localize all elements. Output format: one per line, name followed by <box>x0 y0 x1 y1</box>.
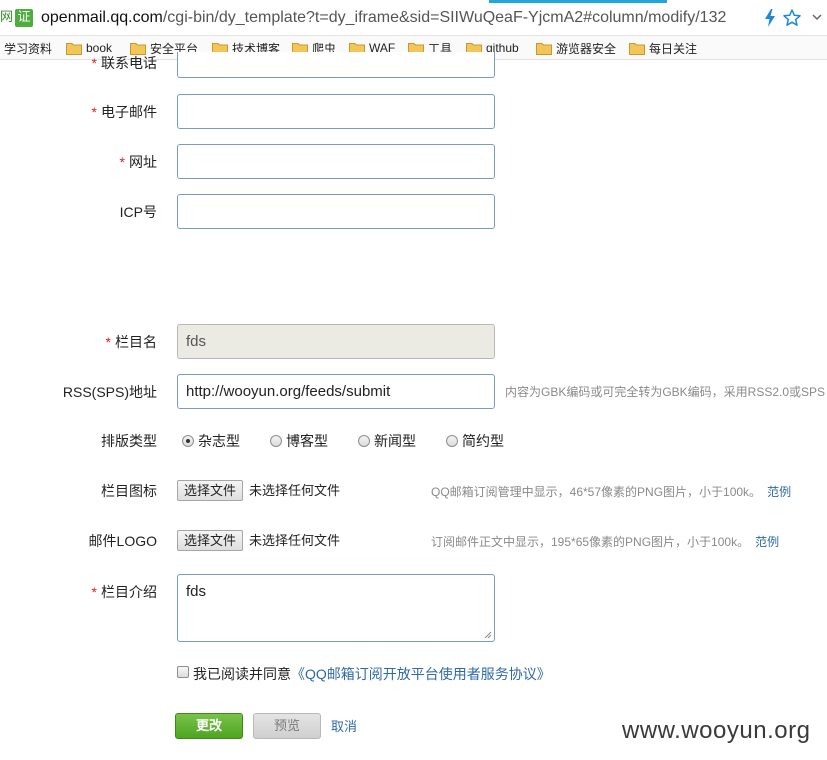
column-icon-label: 栏目图标 <box>101 483 157 499</box>
bookmark-folder[interactable]: 游览器安全 <box>536 39 616 57</box>
rss-url-field[interactable]: http://wooyun.org/feeds/submit <box>177 374 495 409</box>
agreement-text: 我已阅读并同意《QQ邮箱订阅开放平台使用者服务协议》 <box>193 666 551 682</box>
website-field[interactable] <box>177 144 495 179</box>
mail-logo-label: 邮件LOGO <box>88 533 157 549</box>
column-icon-choose-file-button[interactable]: 选择文件 <box>177 480 244 501</box>
folder-icon <box>536 42 552 55</box>
layout-radio-news[interactable]: 新闻型 <box>358 431 416 451</box>
phone-input[interactable] <box>177 52 495 78</box>
submit-change-button[interactable]: 更改 <box>175 713 243 739</box>
folder-icon <box>66 42 82 55</box>
required-marker: * <box>91 584 97 600</box>
star-icon[interactable] <box>782 8 802 28</box>
mail-logo-file-status: 未选择任何文件 <box>249 533 341 548</box>
rss-label: RSS(SPS)地址 <box>62 384 157 400</box>
rss-hint: 内容为GBK编码或可完全转为GBK编码，采用RSS2.0或SPS <box>505 385 826 399</box>
radio-checked-icon <box>182 435 194 447</box>
icp-field[interactable] <box>177 194 495 229</box>
agreement-checkbox[interactable] <box>177 666 189 678</box>
mail-logo-hint: 订阅邮件正文中显示，195*65像素的PNG图片，小于100k。 范例 <box>431 535 780 549</box>
address-bar: 网 证 openmail.qq.com/cgi-bin/dy_template?… <box>0 0 827 36</box>
layout-radio-magazine[interactable]: 杂志型 <box>182 431 240 451</box>
column-name-field: fds <box>177 324 495 359</box>
certificate-badge[interactable]: 证 <box>15 9 33 27</box>
required-marker: * <box>91 104 97 120</box>
service-agreement-link[interactable]: 《QQ邮箱订阅开放平台使用者服务协议》 <box>291 666 551 682</box>
website-label: * 网址 <box>119 154 157 170</box>
preview-button[interactable]: 预览 <box>253 713 321 739</box>
url-host: openmail.qq.com <box>41 9 163 26</box>
required-marker: * <box>105 334 111 350</box>
column-icon-hint: QQ邮箱订阅管理中显示，46*57像素的PNG图片，小于100k。 范例 <box>431 485 792 499</box>
active-tab-indicator <box>489 0 667 3</box>
url-field[interactable]: openmail.qq.com/cgi-bin/dy_template?t=dy… <box>41 8 759 28</box>
url-path: /cgi-bin/dy_template?t=dy_iframe&sid=SII… <box>162 9 727 26</box>
column-name-label: * 栏目名 <box>105 334 157 350</box>
folder-icon <box>130 42 146 55</box>
icp-label: ICP号 <box>119 204 157 220</box>
column-icon-example-link[interactable]: 范例 <box>767 485 791 499</box>
intro-textarea[interactable]: fds <box>177 574 495 642</box>
site-badge: 网 <box>0 10 14 25</box>
intro-label: * 栏目介绍 <box>91 584 157 600</box>
resize-grip-icon[interactable] <box>484 631 492 639</box>
bookmark-label: 游览器安全 <box>556 41 617 56</box>
lightning-icon[interactable] <box>762 8 778 28</box>
radio-unchecked-icon <box>446 435 458 447</box>
bookmark-label: book <box>86 41 113 55</box>
email-field[interactable] <box>177 94 495 129</box>
layout-radio-simple[interactable]: 简约型 <box>446 431 504 451</box>
bookmark-folder[interactable]: 每日关注 <box>629 39 697 57</box>
folder-icon <box>629 42 645 55</box>
layout-radio-blog[interactable]: 博客型 <box>270 431 328 451</box>
bookmark-item[interactable]: 学习资料 <box>4 39 52 57</box>
more-icon[interactable] <box>810 8 824 28</box>
radio-unchecked-icon <box>358 435 370 447</box>
radio-unchecked-icon <box>270 435 282 447</box>
mail-logo-choose-file-button[interactable]: 选择文件 <box>177 530 244 551</box>
mail-logo-example-link[interactable]: 范例 <box>755 535 779 549</box>
bookmark-label: 每日关注 <box>649 41 698 56</box>
intro-text: fds <box>186 583 207 600</box>
phone-label: * 联系电话 <box>91 55 157 71</box>
layout-type-label: 排版类型 <box>101 433 157 449</box>
watermark: www.wooyun.org <box>622 717 811 744</box>
email-label: * 电子邮件 <box>91 104 157 120</box>
required-marker: * <box>119 154 125 170</box>
cancel-link[interactable]: 取消 <box>331 719 357 735</box>
bookmark-label: 学习资料 <box>4 41 53 56</box>
column-icon-file-status: 未选择任何文件 <box>249 483 341 498</box>
